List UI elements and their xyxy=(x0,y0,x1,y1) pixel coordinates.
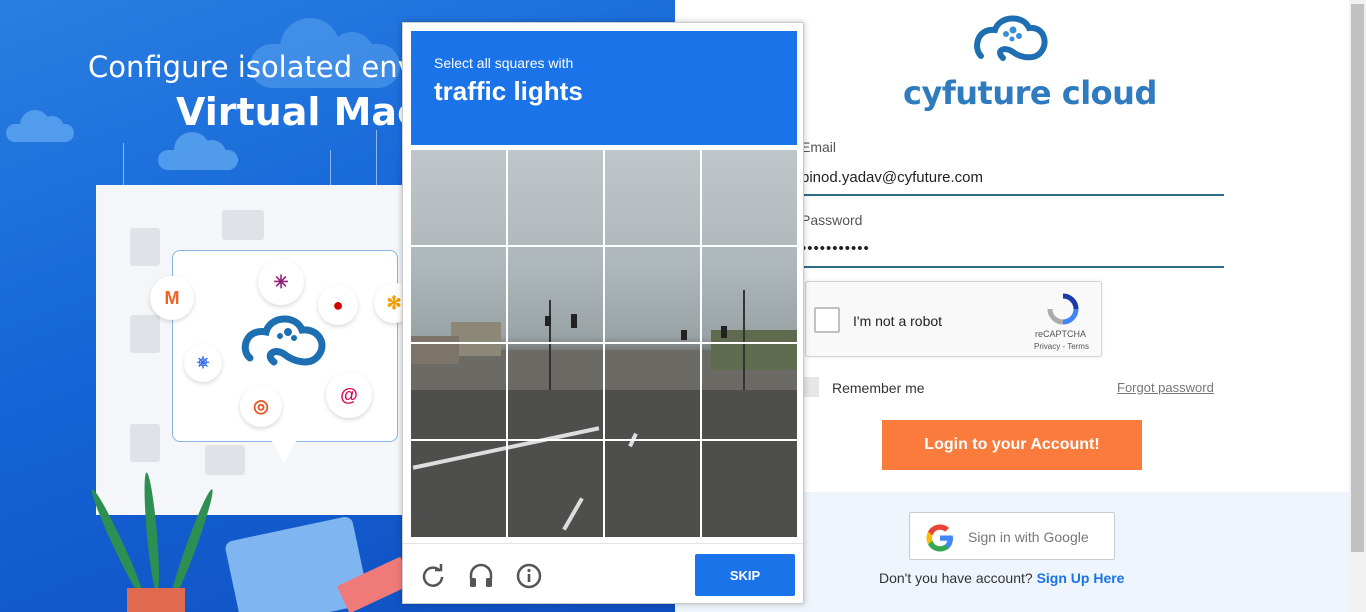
plant-pot xyxy=(127,588,185,612)
traffic-light xyxy=(721,326,727,338)
signup-link[interactable]: Sign Up Here xyxy=(1037,570,1125,586)
remember-checkbox[interactable] xyxy=(803,377,819,397)
document-icon xyxy=(130,228,160,266)
magento-icon: M xyxy=(150,276,194,320)
google-signin-label: Sign in with Google xyxy=(968,529,1089,545)
cyfuture-logo-icon xyxy=(974,15,1048,61)
signup-row: Don't you have account? Sign Up Here xyxy=(879,570,1124,586)
recaptcha-checkbox[interactable] xyxy=(814,307,840,333)
email-field[interactable]: binod.yadav@cyfuture.com xyxy=(801,169,983,186)
google-icon xyxy=(926,524,953,552)
recaptcha-links[interactable]: Privacy - Terms xyxy=(1034,342,1089,351)
grid-divider xyxy=(411,439,797,441)
challenge-footer: SKIP xyxy=(403,543,803,603)
document-icon xyxy=(130,315,160,353)
challenge-instruction: Select all squares with xyxy=(434,55,574,71)
signup-prompt: Don't you have account? xyxy=(879,570,1033,586)
login-button[interactable]: Login to your Account! xyxy=(882,420,1142,470)
recaptcha-logo-icon xyxy=(1047,293,1079,325)
street-pole xyxy=(743,290,745,390)
password-field[interactable]: ••••••••••• xyxy=(801,240,870,257)
audio-icon[interactable] xyxy=(467,562,495,590)
debian-icon: @ xyxy=(326,372,372,418)
grid-divider xyxy=(411,342,797,344)
email-label: Email xyxy=(801,139,837,155)
challenge-image-grid xyxy=(411,150,797,537)
cloud-decoration xyxy=(6,110,74,142)
decor-line xyxy=(376,130,377,185)
traffic-light xyxy=(545,316,551,326)
recaptcha-brand: reCAPTCHA xyxy=(1035,329,1087,339)
cloud-decoration xyxy=(158,132,238,170)
decor-line xyxy=(123,143,124,185)
forgot-password-link[interactable]: Forgot password xyxy=(1117,380,1214,395)
decor-line xyxy=(330,150,331,185)
remember-label: Remember me xyxy=(832,380,925,396)
password-underline xyxy=(801,266,1224,268)
centos-icon: ✳ xyxy=(258,259,304,305)
scrollbar-thumb[interactable] xyxy=(1351,4,1364,552)
kubernetes-icon: ⎈ xyxy=(184,344,222,382)
folder-icon xyxy=(222,210,264,240)
skip-button[interactable]: SKIP xyxy=(695,554,795,596)
traffic-light xyxy=(571,314,577,328)
email-underline xyxy=(801,194,1224,196)
brand-name: cyfuture cloud xyxy=(903,74,1157,112)
document-icon xyxy=(130,424,160,462)
info-icon[interactable] xyxy=(515,562,543,590)
google-signin-button[interactable]: Sign in with Google xyxy=(909,512,1115,560)
folder-icon xyxy=(205,445,245,475)
reload-icon[interactable] xyxy=(419,562,447,590)
grid-divider xyxy=(411,245,797,247)
ubuntu-icon: ◎ xyxy=(240,385,282,427)
hub-card-tail xyxy=(272,441,296,463)
challenge-target: traffic lights xyxy=(434,76,583,106)
recaptcha-label: I'm not a robot xyxy=(853,313,943,329)
challenge-header: Select all squares with traffic lights xyxy=(411,31,797,145)
street-pole xyxy=(549,300,551,390)
promo-headline: Configure isolated envi xyxy=(88,50,423,84)
traffic-light xyxy=(681,330,687,340)
cloud-logo-icon xyxy=(241,315,326,366)
password-label: Password xyxy=(801,212,863,228)
recaptcha-widget: I'm not a robot reCAPTCHA Privacy - Term… xyxy=(805,281,1102,357)
street-building xyxy=(411,336,459,364)
page-scrollbar[interactable] xyxy=(1349,0,1366,612)
recaptcha-challenge-popup: Select all squares with traffic lights S… xyxy=(402,22,804,604)
